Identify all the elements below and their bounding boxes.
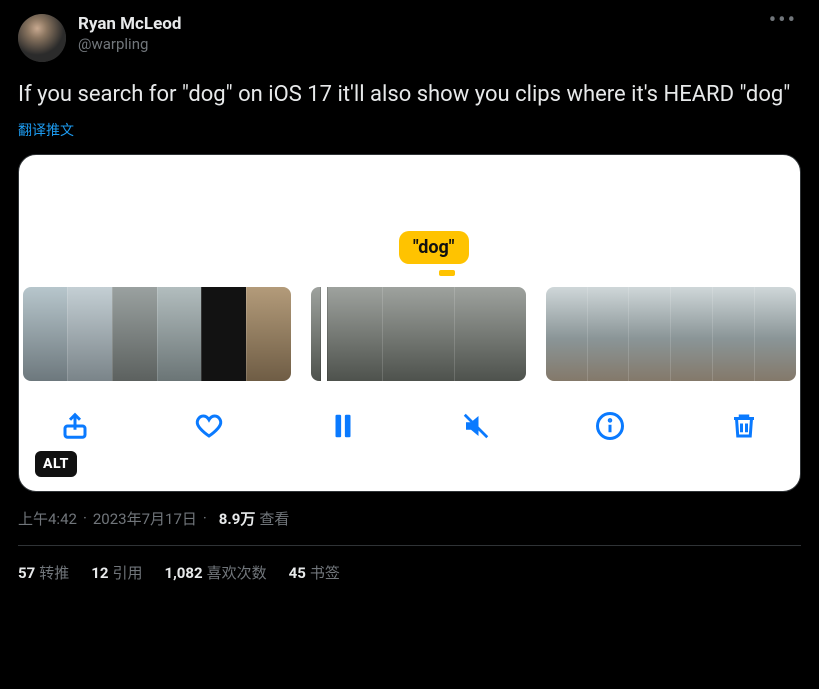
tweet: Ryan McLeod @warpling ••• If you search … <box>0 0 819 597</box>
video-timeline[interactable] <box>19 287 800 381</box>
avatar[interactable] <box>18 14 66 62</box>
alt-badge[interactable]: ALT <box>35 451 77 477</box>
clip-frame <box>67 287 112 381</box>
clip-group-1[interactable] <box>23 287 291 381</box>
quotes-label: 引用 <box>112 564 142 582</box>
quotes-count: 12 <box>91 564 108 582</box>
likes-label: 喜欢次数 <box>207 564 267 582</box>
clip-group-3[interactable] <box>546 287 796 381</box>
clip-frame <box>23 287 67 381</box>
translate-link[interactable]: 翻译推文 <box>18 120 801 140</box>
quotes-stat[interactable]: 12引用 <box>91 562 142 583</box>
media-top-space: "dog" <box>19 155 800 287</box>
clip-frame <box>546 287 587 381</box>
clip-frame <box>382 287 454 381</box>
clip-frame <box>712 287 754 381</box>
pause-icon[interactable] <box>317 405 369 447</box>
clip-frame <box>670 287 712 381</box>
playhead[interactable] <box>321 287 327 381</box>
tweet-stats: 57转推 12引用 1,082 喜欢次数 45书签 <box>18 562 801 583</box>
bookmarks-label: 书签 <box>310 564 340 582</box>
tweet-time[interactable]: 上午4:42 <box>18 508 77 529</box>
retweets-count: 57 <box>18 564 35 582</box>
bookmarks-stat[interactable]: 45书签 <box>289 562 340 583</box>
clip-frame <box>157 287 202 381</box>
views-label: 查看 <box>259 508 289 529</box>
clip-group-2[interactable] <box>311 287 526 381</box>
caption-tag: "dog" <box>399 231 469 264</box>
clip-frame <box>454 287 526 381</box>
retweets-stat[interactable]: 57转推 <box>18 562 69 583</box>
tweet-header: Ryan McLeod @warpling ••• <box>18 14 801 62</box>
clip-frame <box>587 287 629 381</box>
views-count: 8.9万 <box>219 508 256 529</box>
dot: · <box>203 509 207 527</box>
likes-count: 1,082 <box>164 564 202 582</box>
display-name: Ryan McLeod <box>78 14 765 34</box>
user-info[interactable]: Ryan McLeod @warpling <box>78 14 765 53</box>
dot: · <box>83 509 87 527</box>
tweet-text: If you search for "dog" on iOS 17 it'll … <box>18 80 801 110</box>
clip-frame <box>628 287 670 381</box>
tweet-meta: 上午4:42 · 2023年7月17日 · 8.9万 查看 <box>18 508 801 529</box>
more-icon[interactable]: ••• <box>765 14 801 27</box>
retweets-label: 转推 <box>39 564 69 582</box>
media-toolbar <box>19 381 800 465</box>
mute-icon[interactable] <box>450 405 502 447</box>
likes-stat[interactable]: 1,082 喜欢次数 <box>164 562 266 583</box>
share-icon[interactable] <box>49 405 101 447</box>
info-icon[interactable] <box>584 405 636 447</box>
trash-icon[interactable] <box>718 405 770 447</box>
heart-icon[interactable] <box>183 405 235 447</box>
media-card[interactable]: "dog" <box>18 154 801 492</box>
clip-frame <box>246 287 291 381</box>
bookmarks-count: 45 <box>289 564 306 582</box>
handle: @warpling <box>78 35 765 53</box>
divider <box>18 545 801 546</box>
tweet-date[interactable]: 2023年7月17日 <box>93 508 197 529</box>
clip-frame <box>201 287 246 381</box>
clip-frame <box>112 287 157 381</box>
clip-frame <box>754 287 796 381</box>
